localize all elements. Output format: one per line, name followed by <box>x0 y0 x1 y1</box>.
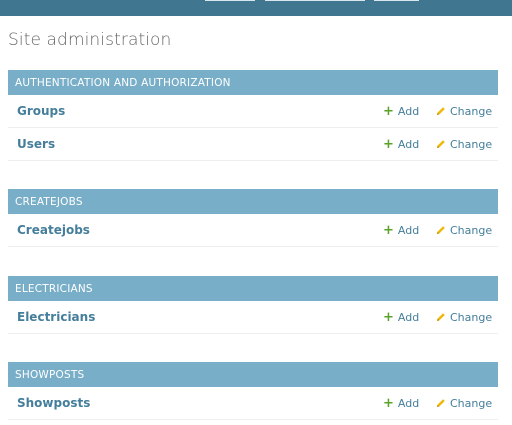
model-link-groups[interactable]: Groups <box>17 104 65 118</box>
change-groups-button[interactable]: Change <box>436 105 492 118</box>
change-label: Change <box>450 310 493 324</box>
model-link-createjobs[interactable]: Createjobs <box>17 223 90 237</box>
change-electricians-button[interactable]: Change <box>436 311 492 324</box>
model-row-showposts: Showposts + Add Change <box>8 387 498 420</box>
model-row-users: Users + Add Change <box>8 128 498 161</box>
module-showposts: Showposts Showposts + Add Change <box>8 362 498 420</box>
pencil-icon <box>437 140 445 148</box>
change-label: Change <box>450 104 493 118</box>
model-row-groups: Groups + Add Change <box>8 95 498 128</box>
user-tool-link-partial[interactable] <box>374 0 419 1</box>
user-tool-link-partial[interactable] <box>205 0 255 1</box>
change-label: Change <box>450 137 493 151</box>
model-row-createjobs: Createjobs + Add Change <box>8 214 498 247</box>
page-title: Site administration <box>8 30 172 50</box>
add-createjobs-button[interactable]: + Add <box>383 224 419 237</box>
module-header[interactable]: Authentication and Authorization <box>8 70 498 95</box>
plus-icon: + <box>383 103 394 119</box>
add-label: Add <box>397 223 420 237</box>
add-showposts-button[interactable]: + Add <box>383 397 419 410</box>
plus-icon: + <box>383 395 394 411</box>
model-row-electricians: Electricians + Add Change <box>8 301 498 334</box>
plus-icon: + <box>383 309 394 325</box>
module-electricians: Electricians Electricians + Add Change <box>8 276 498 334</box>
model-link-electricians[interactable]: Electricians <box>17 310 95 324</box>
change-label: Change <box>450 223 493 237</box>
module-header[interactable]: Showposts <box>8 362 498 387</box>
module-header[interactable]: Electricians <box>8 276 498 301</box>
pencil-icon <box>437 313 445 321</box>
plus-icon: + <box>383 136 394 152</box>
module-createjobs: Createjobs Createjobs + Add Change <box>8 189 498 247</box>
change-users-button[interactable]: Change <box>436 138 492 151</box>
change-label: Change <box>450 396 493 410</box>
module-header[interactable]: Createjobs <box>8 189 498 214</box>
change-showposts-button[interactable]: Change <box>436 397 492 410</box>
change-createjobs-button[interactable]: Change <box>436 224 492 237</box>
model-link-showposts[interactable]: Showposts <box>17 396 90 410</box>
plus-icon: + <box>383 222 394 238</box>
top-header-bar <box>0 0 512 16</box>
add-groups-button[interactable]: + Add <box>383 105 419 118</box>
add-electricians-button[interactable]: + Add <box>383 311 419 324</box>
add-label: Add <box>397 310 420 324</box>
pencil-icon <box>437 107 445 115</box>
add-label: Add <box>397 104 420 118</box>
add-label: Add <box>397 396 420 410</box>
pencil-icon <box>437 399 445 407</box>
model-link-users[interactable]: Users <box>17 137 55 151</box>
user-tool-link-partial[interactable] <box>265 0 365 1</box>
add-label: Add <box>397 137 420 151</box>
pencil-icon <box>437 226 445 234</box>
module-auth: Authentication and Authorization Groups … <box>8 70 498 161</box>
add-users-button[interactable]: + Add <box>383 138 419 151</box>
